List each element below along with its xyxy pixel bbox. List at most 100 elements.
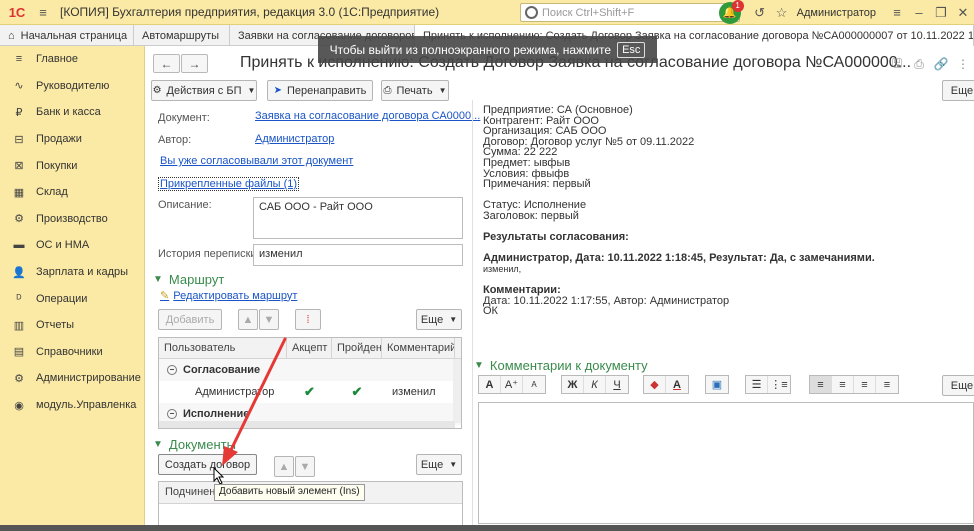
sidebar-item-label: ОС и НМА (36, 239, 90, 252)
sidebar-item-admin[interactable]: ⚙ Администрирование (0, 365, 144, 392)
sidebar-item-operations[interactable]: ᴰ Операции (0, 285, 144, 312)
group-label: Исполнение (183, 408, 250, 420)
edit-route-link[interactable]: ✎ Редактировать маршрут (160, 289, 297, 303)
close-window-icon[interactable]: ✕ (952, 0, 974, 25)
attached-files-link[interactable]: Прикрепленные файлы (1) (158, 177, 300, 191)
actions-button[interactable]: ⚙ Действия с БП ▼ (151, 80, 257, 101)
col-user[interactable]: Пользователь (159, 338, 287, 358)
print-button[interactable]: ⎙ Печать ▼ (381, 80, 449, 101)
align-right-button[interactable]: ≡ (854, 376, 876, 393)
bold-button[interactable]: Ж (562, 376, 584, 393)
create-contract-button[interactable]: Создать договор (158, 454, 257, 475)
history-icon[interactable]: ↺ (749, 0, 771, 25)
add-route-button[interactable]: Добавить (158, 309, 222, 330)
sidebar-item-salary[interactable]: 👤 Зарплата и кадры (0, 259, 144, 286)
sidebar-item-catalogs[interactable]: ▤ Справочники (0, 339, 144, 366)
assets-icon: ▬ (13, 239, 25, 252)
forward-button[interactable]: → (181, 54, 208, 73)
comment-editor[interactable] (478, 402, 974, 524)
sidebar-item-manager[interactable]: ∿ Руководителю (0, 73, 144, 100)
chevron-down-icon: ▼ (153, 274, 163, 285)
table-row[interactable]: Администратор ✔ ✔ изменил (159, 381, 461, 403)
sidebar-item-production[interactable]: ⚙ Производство (0, 206, 144, 233)
summary-line: ОК (483, 305, 498, 318)
production-icon: ⚙ (14, 213, 24, 226)
document-link[interactable]: Заявка на согласование договора СА0000..… (255, 110, 480, 122)
doc-move-up-button[interactable]: ▲ (274, 456, 294, 477)
horizontal-scrollbar[interactable] (159, 421, 455, 428)
sidebar-item-sales[interactable]: ⊟ Продажи (0, 126, 144, 153)
collapse-icon[interactable]: − (167, 365, 177, 375)
pane-divider[interactable] (472, 100, 473, 531)
background-color-button[interactable]: ◆ (644, 376, 666, 393)
decrease-font-button[interactable]: A (523, 376, 545, 393)
redirect-button[interactable]: ➤ Перенаправить (267, 80, 373, 101)
user-name[interactable]: Администратор (797, 7, 876, 19)
minimize-icon[interactable]: – (908, 0, 930, 25)
restore-icon[interactable]: ❐ (930, 0, 952, 25)
cell-user: Администратор (195, 386, 275, 398)
attachment-icon[interactable]: 🖫 (886, 54, 908, 74)
text-color-button[interactable]: A (666, 376, 688, 393)
sales-icon: ⊟ (14, 133, 24, 146)
link-icon[interactable]: 🔗 (930, 54, 952, 74)
fullscreen-notice: Чтобы выйти из полноэкранного режима, на… (318, 36, 657, 63)
underline-button[interactable]: Ч (606, 376, 628, 393)
button-label: Еще (950, 379, 974, 392)
move-up-button[interactable]: ▲ (238, 309, 258, 330)
sidebar-item-purchases[interactable]: ⊠ Покупки (0, 152, 144, 179)
numbered-list-button[interactable]: ⋮≡ (768, 376, 790, 393)
sidebar-item-label: Продажи (36, 133, 82, 146)
align-left-button[interactable]: ≡ (810, 376, 832, 393)
sidebar: ≡ Главное ∿ Руководителю ₽ Банк и касса ⊟ Пр… (0, 46, 145, 531)
col-accept[interactable]: Акцепт (287, 338, 332, 358)
bullet-list-button[interactable]: ☰ (746, 376, 768, 393)
vertical-scrollbar[interactable] (453, 359, 461, 423)
doc-move-down-button[interactable]: ▼ (295, 456, 315, 477)
history-field[interactable]: изменил (253, 244, 463, 266)
col-comment[interactable]: Комментарий (382, 338, 455, 358)
search-input[interactable]: Поиск Ctrl+Shift+F (520, 3, 740, 22)
tab-autoroutes[interactable]: Автомаршруты (134, 25, 230, 46)
sidebar-item-module[interactable]: ◉ модуль.Управленка (0, 392, 144, 419)
description-field[interactable]: САБ ООО - Райт ООО (253, 197, 463, 239)
more-button-top[interactable]: Еще (942, 80, 974, 101)
route-options-button[interactable]: ⁞ (295, 309, 321, 330)
font-color-a-button[interactable]: A (479, 376, 501, 393)
sidebar-item-main[interactable]: ≡ Главное (0, 46, 144, 73)
align-center-button[interactable]: ≡ (832, 376, 854, 393)
table-group-row[interactable]: − Согласование (159, 359, 461, 381)
route-section-title[interactable]: ▼ Маршрут (153, 272, 224, 287)
settings-menu-icon[interactable]: ≡ (886, 0, 908, 25)
sidebar-item-reports[interactable]: ▥ Отчеты (0, 312, 144, 339)
more-vertical-icon[interactable]: ⋮ (952, 54, 974, 74)
already-agreed-link[interactable]: Вы уже согласовывали этот документ (160, 155, 353, 167)
print-icon[interactable]: ⎙ (908, 54, 930, 74)
col-passed[interactable]: Пройден (332, 338, 382, 358)
person-icon: 👤 (12, 266, 26, 279)
documents-section-title[interactable]: ▼ Документы (153, 437, 236, 452)
sidebar-item-label: Операции (36, 292, 88, 305)
sidebar-item-assets[interactable]: ▬ ОС и НМА (0, 232, 144, 259)
more-documents-button[interactable]: Еще ▼ (416, 454, 462, 475)
collapse-icon[interactable]: − (167, 409, 177, 419)
tab-home[interactable]: ⌂ Начальная страница (0, 25, 134, 46)
more-comments-button[interactable]: Еще (942, 375, 974, 396)
comments-section-title[interactable]: ▼ Комментарии к документу (474, 358, 648, 373)
menu-icon[interactable]: ≡ (34, 3, 52, 21)
summary-line: изменил, (483, 263, 522, 274)
back-button[interactable]: ← (153, 54, 180, 73)
increase-font-button[interactable]: A⁺ (501, 376, 523, 393)
author-link[interactable]: Администратор (255, 133, 334, 145)
insert-image-button[interactable]: ▣ (706, 376, 728, 393)
sidebar-item-label: Отчеты (36, 319, 75, 332)
sidebar-item-warehouse[interactable]: ▦ Склад (0, 179, 144, 206)
move-down-button[interactable]: ▼ (259, 309, 279, 330)
more-route-button[interactable]: Еще ▼ (416, 309, 462, 330)
summary-line: Дата: 10.11.2022 1:17:55, Автор: Админис… (483, 294, 730, 307)
notifications-icon[interactable]: 🔔 1 (718, 0, 744, 24)
favorites-icon[interactable]: ☆ (771, 0, 793, 25)
align-justify-button[interactable]: ≡ (876, 376, 898, 393)
sidebar-item-bank[interactable]: ₽ Банк и касса (0, 99, 144, 126)
italic-button[interactable]: К (584, 376, 606, 393)
